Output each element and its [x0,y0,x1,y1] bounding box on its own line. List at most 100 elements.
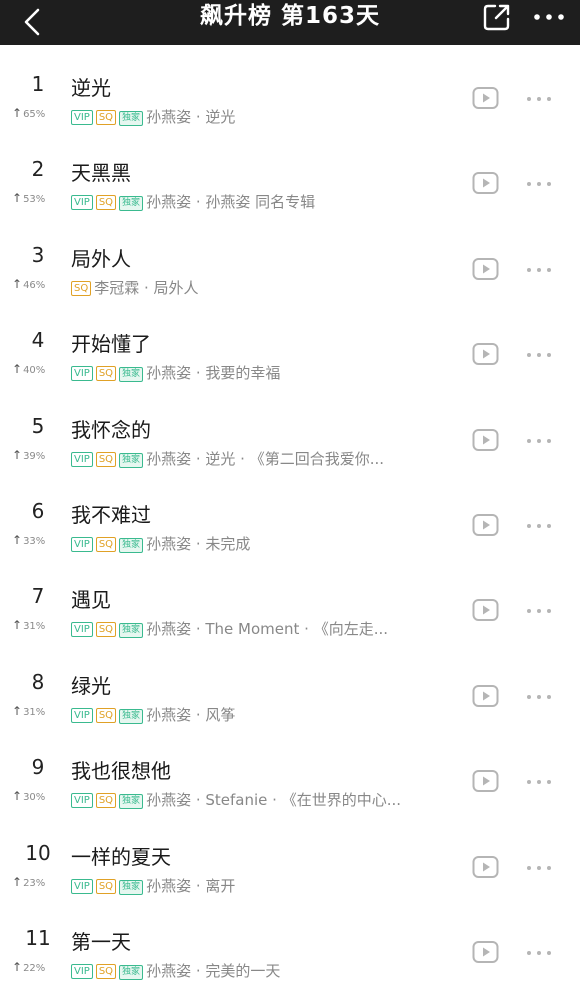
more-options-icon[interactable] [526,352,552,358]
play-mv-icon[interactable] [472,855,499,879]
sq-badge: SQ [95,366,117,382]
album-name: 局外人 [153,278,199,297]
more-options-icon[interactable] [526,181,552,187]
song-row[interactable]: 3 ↑46% 局外人 SQ 李冠霖 · 局外人 [0,216,580,301]
vip-badge: VIP [71,963,93,979]
artist-name: 孙燕姿 [146,364,192,383]
song-title: 逆光 [71,76,111,100]
song-row[interactable]: 10 ↑23% 一样的夏天 VIP SQ 独家 孙燕姿 · 离开 [0,814,580,899]
vip-badge: VIP [71,451,93,467]
trend-indicator: ↑39% [12,448,62,462]
trend-indicator: ↑30% [12,789,62,803]
play-mv-icon[interactable] [472,684,499,708]
more-icon[interactable] [532,2,566,32]
more-options-icon[interactable] [526,779,552,785]
exclusive-badge: 独家 [119,537,144,553]
more-options-icon[interactable] [526,523,552,529]
song-rank: 6 [31,498,45,523]
song-row[interactable]: 2 ↑53% 天黑黑 VIP SQ 独家 孙燕姿 · 孙燕姿 同名专辑 [0,130,580,215]
trend-value: 22% [23,962,46,974]
play-mv-icon[interactable] [472,598,499,622]
song-rank: 4 [31,328,45,353]
play-mv-icon[interactable] [472,257,499,281]
vip-badge: VIP [71,536,93,552]
vip-badge: VIP [71,195,93,211]
meta-separator: · [191,705,206,724]
meta-separator: · [191,364,206,383]
play-mv-icon[interactable] [472,342,499,366]
trend-up-icon: ↑ [12,618,23,633]
song-rank: 8 [31,669,45,694]
song-row[interactable]: 4 ↑40% 开始懂了 VIP SQ 独家 孙燕姿 · 我要的幸福 [0,301,580,386]
more-options-icon[interactable] [526,96,552,102]
song-row[interactable]: 11 ↑22% 第一天 VIP SQ 独家 孙燕姿 · 完美的一天 [0,899,580,984]
song-meta: VIP SQ 独家 孙燕姿 · 逆光 [71,106,456,126]
artist-name: 孙燕姿 [146,108,192,126]
song-rank: 10 [25,840,51,865]
album-name: 完美的一天 [205,961,281,980]
exclusive-badge: 独家 [119,794,144,810]
song-row[interactable]: 6 ↑33% 我不难过 VIP SQ 独家 孙燕姿 · 未完成 [0,472,580,557]
song-meta: VIP SQ 独家 孙燕姿 · 完美的一天 [71,960,456,980]
sq-badge: SQ [95,793,117,809]
song-title: 我怀念的 [71,417,151,442]
song-meta: VIP SQ 独家 孙燕姿 · 孙燕姿 同名专辑 [71,191,456,212]
more-options-icon[interactable] [526,950,552,956]
trend-value: 31% [23,621,46,633]
vip-badge: VIP [71,622,93,638]
song-row[interactable]: 5 ↑39% 我怀念的 VIP SQ 独家 孙燕姿 · 逆光 · 《第二回合我爱你..… [0,387,580,472]
more-options-icon[interactable] [526,694,552,700]
song-row[interactable]: 9 ↑30% 我也很想他 VIP SQ 独家 孙燕姿 · Stefanie · 《在世… [0,728,580,813]
song-meta: VIP SQ 独家 孙燕姿 · The Moment · 《向左走... [71,618,456,639]
song-title: 我也很想他 [71,759,171,784]
sq-badge: SQ [95,110,117,125]
trend-value: 39% [23,450,46,462]
album-name: 未完成 [205,534,251,553]
song-rank: 5 [31,413,45,438]
trend-indicator: ↑33% [12,533,62,547]
artist-name: 孙燕姿 [146,620,192,639]
album-name: 孙燕姿 同名专辑 [205,193,316,212]
album-name: 风筝 [205,705,236,724]
more-options-icon[interactable] [526,267,552,273]
song-row[interactable]: 1 ↑65% 逆光 VIP SQ 独家 孙燕姿 · 逆光 [0,45,580,130]
song-title: 我不难过 [71,502,151,527]
sq-badge: SQ [95,707,117,723]
trend-indicator: ↑46% [12,277,62,291]
trend-indicator: ↑22% [12,960,62,974]
exclusive-badge: 独家 [119,196,144,212]
more-options-icon[interactable] [526,608,552,614]
vip-badge: VIP [71,110,93,125]
exclusive-badge: 独家 [119,623,144,639]
artist-name: 孙燕姿 [146,961,192,980]
album-name: 逆光 [205,108,236,126]
play-mv-icon[interactable] [472,513,499,537]
play-mv-icon[interactable] [472,769,499,793]
artist-name: 孙燕姿 [146,534,192,553]
meta-separator: · [191,961,206,980]
trend-indicator: ↑65% [12,106,62,120]
album-name: 逆光 · 《第二回合我爱你... [205,449,385,468]
song-title: 局外人 [71,246,131,271]
trend-indicator: ↑31% [12,618,62,632]
play-mv-icon[interactable] [472,86,499,110]
song-row[interactable]: 7 ↑31% 遇见 VIP SQ 独家 孙燕姿 · The Moment · 《向左走… [0,557,580,642]
trend-indicator: ↑31% [12,704,62,718]
share-icon[interactable] [482,2,512,32]
play-mv-icon[interactable] [472,428,499,452]
more-options-icon[interactable] [526,438,552,444]
trend-indicator: ↑40% [12,362,62,376]
trend-value: 33% [23,535,46,547]
exclusive-badge: 独家 [119,964,144,980]
trend-value: 23% [23,877,46,889]
trend-value: 65% [23,109,46,120]
play-mv-icon[interactable] [472,171,499,195]
artist-name: 孙燕姿 [146,791,192,810]
song-title: 开始懂了 [71,332,151,357]
more-options-icon[interactable] [526,865,552,871]
vip-badge: VIP [71,707,93,723]
meta-separator: · [191,193,206,212]
sq-badge: SQ [95,878,117,894]
play-mv-icon[interactable] [472,940,499,964]
song-row[interactable]: 8 ↑31% 绿光 VIP SQ 独家 孙燕姿 · 风筝 [0,643,580,728]
